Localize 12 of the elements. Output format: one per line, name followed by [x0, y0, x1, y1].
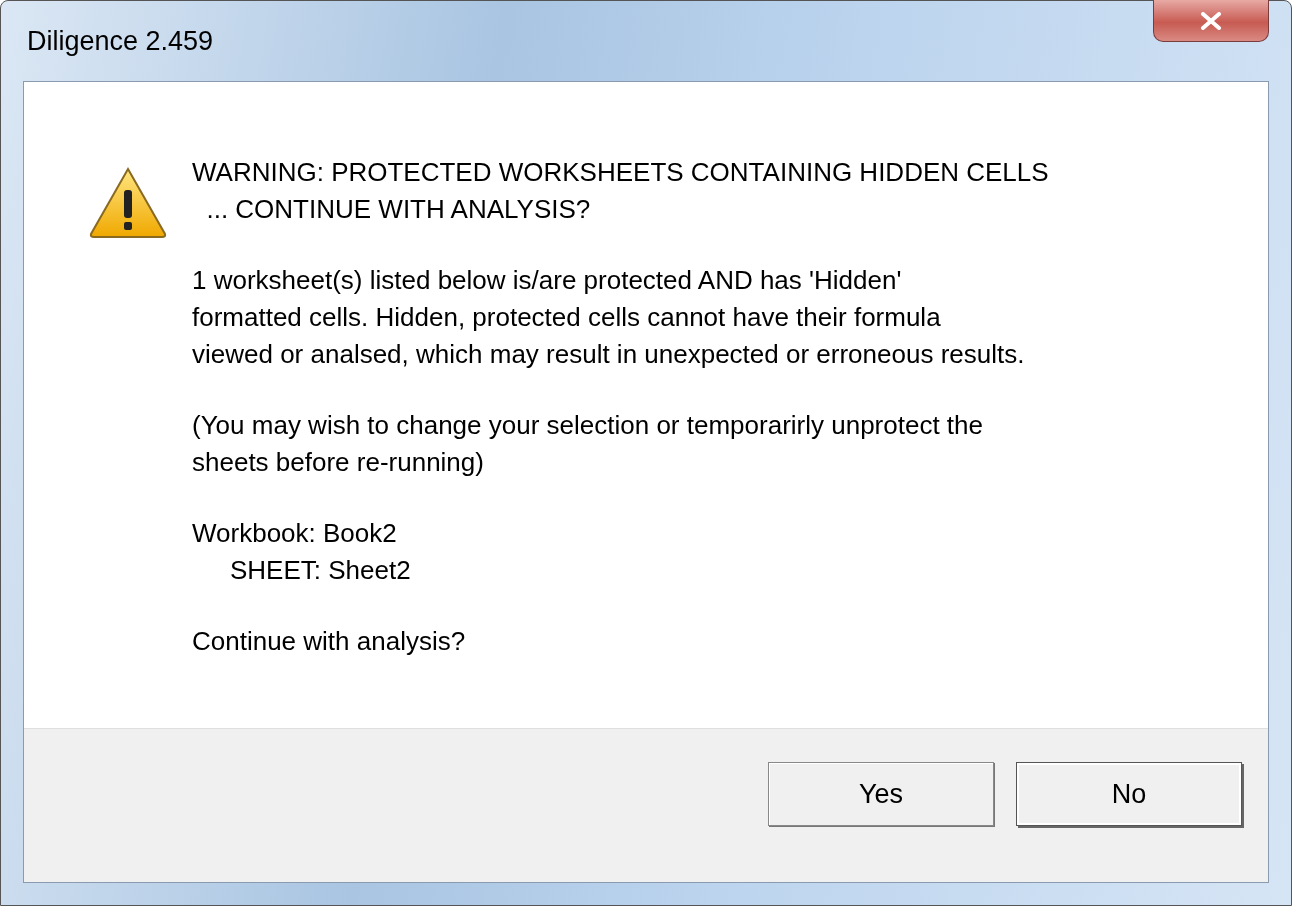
dialog-button[interactable]: Yes	[768, 762, 994, 826]
message-paragraph: (You may wish to change your selection or temporarirly unprotect the sheets before re-running)	[192, 409, 984, 479]
message-paragraph: 1 worksheet(s) listed below is/are protected AND has 'Hidden' formatted cells. Hidden, protected cells cannot have their formula viewed or analsed, which may result in unexpected or erroneous results.	[192, 264, 1026, 371]
warning-icon	[88, 166, 168, 240]
window-title: Diligence 2.459	[27, 25, 214, 57]
question-text: Continue with analysis?	[192, 625, 467, 658]
close-button[interactable]	[1153, 0, 1269, 42]
workbook-entry: Workbook: Book2	[192, 518, 397, 548]
close-icon	[1200, 11, 1222, 30]
workbook-entry: SHEET: Sheet2	[230, 555, 411, 585]
warning-heading: WARNING: PROTECTED WORKSHEETS CONTAINING HIDDEN CELLS ... CONTINUE WITH ANALYSIS?	[192, 156, 1049, 226]
dialog-button[interactable]: No	[1016, 762, 1242, 826]
